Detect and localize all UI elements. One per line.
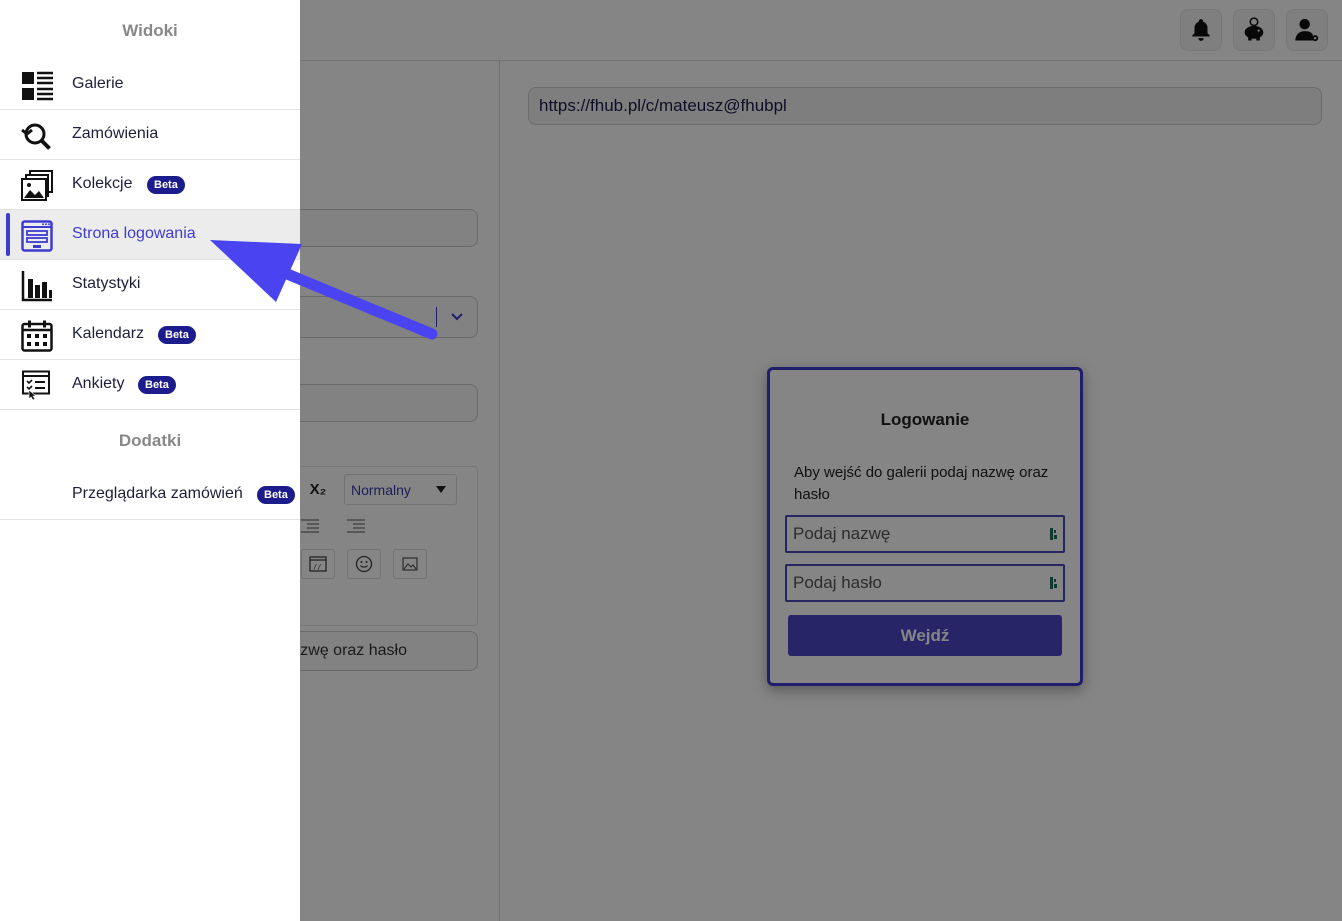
sidebar-item-statistics[interactable]: Statystyki [0, 260, 300, 310]
beta-badge: Beta [158, 326, 196, 344]
section-title-views: Widoki [122, 21, 178, 40]
sidebar-item-label: Zamówienia [72, 125, 159, 142]
beta-badge: Beta [138, 376, 176, 394]
sidebar-item-orders[interactable]: Zamówienia [0, 110, 300, 160]
sidebar-item-label: Kolekcje [72, 175, 133, 192]
statistics-icon [21, 271, 52, 302]
sidebar-item-label: Ankiety [72, 375, 125, 392]
sidebar-item-label: Kalendarz [72, 325, 145, 342]
sidebar-item-surveys[interactable]: Ankiety Beta [0, 360, 300, 410]
sidebar-item-collections[interactable]: Kolekcje Beta [0, 160, 300, 210]
login-page-icon [21, 220, 53, 252]
orders-icon [21, 123, 51, 150]
beta-badge: Beta [257, 486, 295, 504]
sidebar-item-label: Statystyki [72, 275, 141, 292]
sidebar-item-label: Przeglądarka zamówień [72, 485, 243, 502]
sidebar-item-order-browser[interactable]: Przeglądarka zamówień Beta [0, 470, 300, 520]
survey-icon [22, 370, 50, 401]
collections-icon [21, 170, 53, 201]
galleries-icon [22, 71, 53, 101]
sidebar-item-galleries[interactable]: Galerie [0, 60, 300, 110]
active-indicator [6, 213, 10, 256]
sidebar-item-label: Galerie [72, 75, 124, 92]
beta-badge: Beta [147, 176, 185, 194]
sidebar-item-login-page[interactable]: Strona logowania [0, 210, 300, 260]
sidebar-item-label: Strona logowania [72, 225, 196, 242]
calendar-icon [21, 320, 53, 352]
navigation-drawer: Widoki Galerie Zamówienia Kolekcje Beta … [0, 0, 300, 921]
section-title-addons: Dodatki [118, 431, 182, 450]
sidebar-item-calendar[interactable]: Kalendarz Beta [0, 310, 300, 360]
